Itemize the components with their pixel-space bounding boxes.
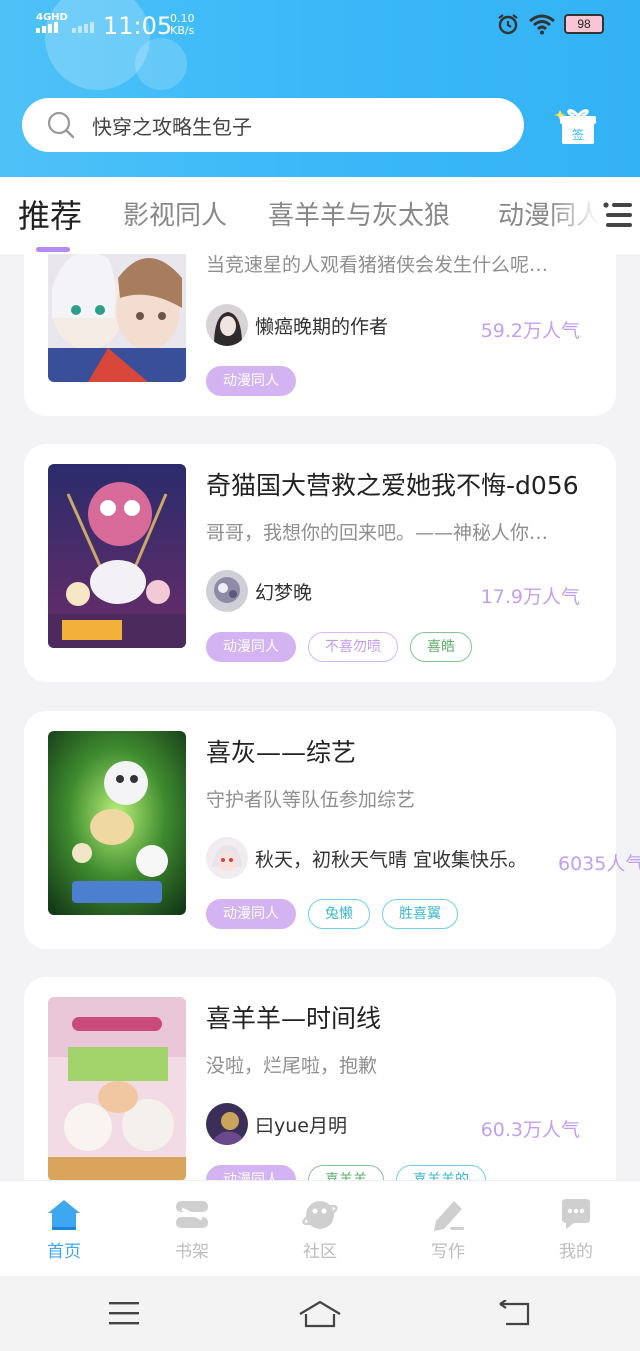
alarm-icon	[498, 14, 518, 35]
nav-home[interactable]: 首页	[24, 1197, 104, 1262]
avatar	[206, 837, 248, 879]
book-card[interactable]: 当竞速星的人观看猪猪侠会发生什么呢… 懒癌晚期的作者 59.2万人气 动漫同人	[24, 254, 616, 416]
nav-community[interactable]: 社区	[280, 1197, 360, 1262]
book-card[interactable]: 喜灰——综艺 守护者队等队伍参加综艺 秋天，初秋天气晴 宜收集快乐。 6035人…	[24, 711, 640, 949]
tab-pleasant-goat[interactable]: 喜羊羊与灰太狼	[268, 195, 450, 232]
community-icon	[302, 1201, 338, 1229]
net-speed: 0.10 KB/s	[170, 12, 195, 37]
book-tag[interactable]: 喜皓	[410, 632, 472, 662]
clock: 11:05	[103, 12, 173, 40]
nav-bookshelf[interactable]: 书架	[152, 1197, 232, 1262]
profile-icon	[562, 1199, 590, 1229]
avatar	[206, 1103, 248, 1145]
book-popularity: 59.2万人气	[480, 320, 580, 342]
search-bar[interactable]: 快穿之攻略生包子	[22, 98, 524, 152]
tab-recommend[interactable]: 推荐	[18, 191, 82, 237]
checkin-gift-icon[interactable]: 签	[554, 104, 598, 148]
status-bar: 4GHD 11:05 0.10 KB/s 98	[0, 0, 640, 50]
write-icon	[434, 1201, 464, 1231]
wifi-icon	[529, 14, 555, 35]
book-author[interactable]: 懒癌晚期的作者	[206, 304, 388, 346]
book-card[interactable]: 奇猫国大营救之爱她我不悔-d056 哥哥，我想你的回来吧。——神秘人你… 幻梦晚…	[24, 444, 616, 682]
book-title[interactable]: 奇猫国大营救之爱她我不悔-d056	[206, 466, 579, 502]
home-icon	[48, 1200, 80, 1230]
bookshelf-icon	[176, 1201, 208, 1228]
book-desc: 当竞速星的人观看猪猪侠会发生什么呢…	[206, 254, 549, 276]
avatar	[206, 304, 248, 346]
bottom-nav: 首页 书架 社区 写作 我的	[0, 1180, 640, 1276]
system-nav-bar	[0, 1276, 640, 1351]
book-cover[interactable]	[48, 731, 186, 915]
book-cover[interactable]	[48, 254, 186, 382]
header: 4GHD 11:05 0.10 KB/s 98 快穿之攻略生包子 签	[0, 0, 640, 177]
back-nav-icon[interactable]	[498, 1300, 532, 1328]
signal-icon-secondary	[72, 22, 94, 33]
book-title[interactable]: 喜羊羊—时间线	[206, 999, 381, 1035]
active-tab-indicator	[36, 247, 70, 252]
avatar	[206, 570, 248, 612]
book-popularity: 60.3万人气	[480, 1119, 580, 1141]
book-author[interactable]: 曰yue月明	[206, 1103, 347, 1145]
book-tag[interactable]: 喜羊羊	[308, 1165, 384, 1180]
book-tag[interactable]: 动漫同人	[206, 899, 296, 929]
book-tags: 动漫同人 不喜勿喷 喜皓	[206, 632, 472, 662]
recent-apps-icon[interactable]	[108, 1300, 140, 1326]
home-nav-icon[interactable]	[298, 1300, 342, 1328]
book-tag[interactable]: 动漫同人	[206, 632, 296, 662]
signal-icon	[36, 22, 58, 33]
nav-write[interactable]: 写作	[408, 1197, 488, 1262]
book-cover[interactable]	[48, 997, 186, 1180]
book-author[interactable]: 秋天，初秋天气晴 宜收集快乐。	[206, 837, 527, 879]
book-desc: 哥哥，我想你的回来吧。——神秘人你…	[206, 522, 549, 544]
book-tags: 动漫同人 喜羊羊 喜羊羊的	[206, 1165, 486, 1180]
book-tag[interactable]: 胜喜翼	[382, 899, 458, 929]
book-tag[interactable]: 喜羊羊的	[396, 1165, 486, 1180]
book-cover[interactable]	[48, 464, 186, 648]
search-icon	[47, 111, 75, 139]
search-placeholder: 快穿之攻略生包子	[92, 114, 252, 139]
book-tag[interactable]: 不喜勿喷	[308, 632, 398, 662]
category-menu-icon[interactable]	[602, 199, 634, 231]
tab-film-fanfic[interactable]: 影视同人	[123, 195, 227, 232]
book-popularity: 17.9万人气	[480, 586, 580, 608]
book-tags: 动漫同人 兔懒 胜喜翼	[206, 899, 458, 929]
battery-icon: 98	[564, 14, 604, 34]
svg-text:签: 签	[572, 127, 584, 142]
nav-profile[interactable]: 我的	[536, 1197, 616, 1262]
book-popularity: 6035人气	[558, 853, 640, 875]
book-tag[interactable]: 动漫同人	[206, 1165, 296, 1180]
book-card[interactable]: 喜羊羊—时间线 没啦，烂尾啦，抱歉 曰yue月明 60.3万人气 动漫同人 喜羊…	[24, 977, 616, 1180]
book-desc: 守护者队等队伍参加综艺	[206, 789, 416, 811]
book-tag[interactable]: 兔懒	[308, 899, 370, 929]
book-title[interactable]: 喜灰——综艺	[206, 733, 356, 769]
book-feed[interactable]: 当竞速星的人观看猪猪侠会发生什么呢… 懒癌晚期的作者 59.2万人气 动漫同人	[0, 254, 640, 1180]
book-tags: 动漫同人	[206, 366, 296, 396]
book-tag[interactable]: 动漫同人	[206, 366, 296, 396]
book-desc: 没啦，烂尾啦，抱歉	[206, 1055, 378, 1077]
category-tabs: 推荐 影视同人 喜羊羊与灰太狼 动漫同人	[0, 177, 640, 254]
book-author[interactable]: 幻梦晚	[206, 570, 312, 612]
